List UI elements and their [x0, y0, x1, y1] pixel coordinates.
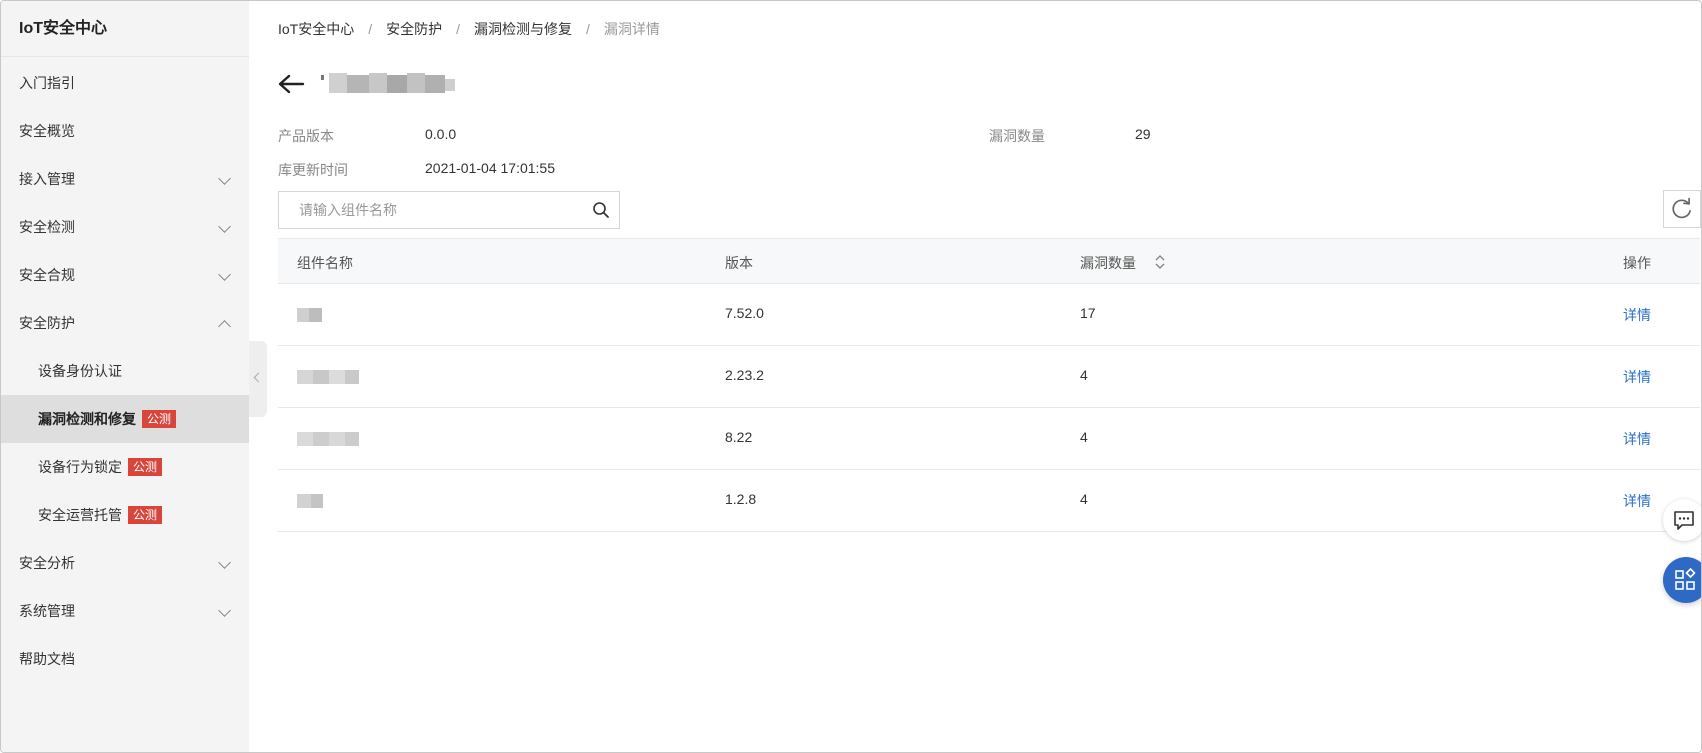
component-version: 8.22	[725, 429, 753, 445]
sidebar-item-label: 设备行为锁定	[38, 459, 122, 475]
table-row: 8.22 4 详情	[278, 408, 1700, 470]
feedback-button[interactable]	[1663, 499, 1701, 541]
db-update-value: 2021-01-04 17:01:55	[425, 160, 555, 176]
redacted-component-name	[297, 308, 322, 322]
table-row: 1.2.8 4 详情	[278, 470, 1700, 532]
breadcrumb-item[interactable]: 漏洞检测与修复	[474, 21, 572, 37]
component-version: 7.52.0	[725, 305, 764, 321]
component-table: 组件名称 版本 漏洞数量 操作 7.52.0 17 详情 2.23.2 4 详情…	[278, 238, 1700, 532]
table-row: 2.23.2 4 详情	[278, 346, 1700, 408]
vuln-count-label: 漏洞数量	[989, 128, 1045, 144]
chevron-down-icon	[218, 268, 231, 281]
component-vuln-count: 17	[1080, 305, 1096, 321]
detail-link[interactable]: 详情	[1623, 367, 1651, 387]
table-row: 7.52.0 17 详情	[278, 284, 1700, 346]
column-header-version: 版本	[725, 255, 753, 271]
product-version-value: 0.0.0	[425, 126, 457, 142]
breadcrumb-item[interactable]: 安全防护	[386, 21, 442, 37]
sidebar-item-label: 安全合规	[19, 267, 75, 283]
chevron-down-icon	[218, 556, 231, 569]
sidebar-item-label: 入门指引	[19, 75, 75, 91]
redacted-component-name	[297, 494, 323, 508]
table-header: 组件名称 版本 漏洞数量 操作	[278, 238, 1700, 284]
chevron-up-icon	[218, 320, 231, 333]
column-header-name: 组件名称	[297, 255, 353, 271]
component-vuln-count: 4	[1080, 429, 1088, 445]
sidebar-item-security-overview[interactable]: 安全概览	[1, 107, 249, 155]
sidebar-item-label: 漏洞检测和修复	[38, 411, 136, 427]
redacted-product-name	[321, 73, 455, 93]
sidebar-item-label: 安全检测	[19, 219, 75, 235]
sidebar-item-label: 系统管理	[19, 603, 75, 619]
main-content: IoT安全中心 / 安全防护 / 漏洞检测与修复 / 漏洞详情 产品版本 0.0.0 漏洞数…	[249, 1, 1701, 752]
breadcrumb-separator: /	[586, 21, 590, 37]
sidebar-item-security-protection[interactable]: 安全防护	[1, 299, 249, 347]
db-update-label: 库更新时间	[278, 162, 348, 178]
component-version: 2.23.2	[725, 367, 764, 383]
column-header-vuln-count[interactable]: 漏洞数量	[1080, 253, 1136, 273]
sidebar-item-label: 安全防护	[19, 315, 75, 331]
detail-link[interactable]: 详情	[1623, 491, 1651, 511]
app-window: IoT安全中心 入门指引 安全概览 接入管理 安全检测 安全合规 安全防护 设备…	[0, 0, 1702, 753]
product-version-label: 产品版本	[278, 128, 334, 144]
sidebar-item-security-ops[interactable]: 安全运营托管 公测	[1, 491, 249, 539]
sidebar-item-label: 设备身份认证	[38, 363, 122, 379]
component-version: 1.2.8	[725, 491, 757, 507]
refresh-icon	[1672, 197, 1691, 219]
search-box	[278, 191, 620, 229]
sidebar-item-vuln-detection[interactable]: 漏洞检测和修复 公测	[1, 395, 249, 443]
sidebar-item-security-analysis[interactable]: 安全分析	[1, 539, 249, 587]
sidebar-item-security-compliance[interactable]: 安全合规	[1, 251, 249, 299]
breadcrumb-item[interactable]: IoT安全中心	[278, 21, 354, 37]
column-header-action: 操作	[1623, 255, 1651, 271]
sidebar-item-help-docs[interactable]: 帮助文档	[1, 635, 249, 683]
redacted-component-name	[297, 432, 359, 446]
apps-icon	[1675, 567, 1696, 590]
chevron-down-icon	[218, 220, 231, 233]
detail-link[interactable]: 详情	[1623, 429, 1651, 449]
sidebar-item-label: 安全概览	[19, 123, 75, 139]
component-vuln-count: 4	[1080, 367, 1088, 383]
sidebar-item-access-management[interactable]: 接入管理	[1, 155, 249, 203]
breadcrumb: IoT安全中心 / 安全防护 / 漏洞检测与修复 / 漏洞详情	[278, 19, 660, 39]
component-vuln-count: 4	[1080, 491, 1088, 507]
sidebar-item-label: 帮助文档	[19, 651, 75, 667]
sidebar-item-device-auth[interactable]: 设备身份认证	[1, 347, 249, 395]
sidebar-item-getting-started[interactable]: 入门指引	[1, 59, 249, 107]
sidebar-title: IoT安全中心	[1, 1, 249, 57]
chevron-down-icon	[218, 172, 231, 185]
sidebar-item-system-management[interactable]: 系统管理	[1, 587, 249, 635]
breadcrumb-current: 漏洞详情	[603, 21, 660, 37]
sidebar-item-label: 接入管理	[19, 171, 75, 187]
message-icon	[1674, 511, 1694, 530]
search-icon[interactable]	[592, 201, 610, 219]
detail-link[interactable]: 详情	[1623, 305, 1651, 325]
breadcrumb-separator: /	[368, 21, 373, 37]
breadcrumb-separator: /	[456, 21, 461, 37]
back-arrow-icon[interactable]	[277, 73, 305, 95]
refresh-button[interactable]	[1663, 190, 1701, 228]
sidebar-item-security-detection[interactable]: 安全检测	[1, 203, 249, 251]
beta-badge: 公测	[128, 506, 163, 525]
vuln-count-value: 29	[1135, 126, 1151, 142]
sidebar-item-label: 安全分析	[19, 555, 75, 571]
search-input[interactable]	[299, 192, 589, 228]
apps-button[interactable]	[1663, 557, 1701, 603]
sidebar-item-label: 安全运营托管	[38, 507, 122, 523]
sort-icon[interactable]	[1154, 252, 1166, 272]
sidebar-item-device-behavior-lock[interactable]: 设备行为锁定 公测	[1, 443, 249, 491]
beta-badge: 公测	[142, 410, 177, 429]
chevron-down-icon	[218, 604, 231, 617]
redacted-component-name	[297, 370, 359, 384]
sidebar: IoT安全中心 入门指引 安全概览 接入管理 安全检测 安全合规 安全防护 设备…	[1, 1, 249, 752]
beta-badge: 公测	[128, 458, 163, 477]
